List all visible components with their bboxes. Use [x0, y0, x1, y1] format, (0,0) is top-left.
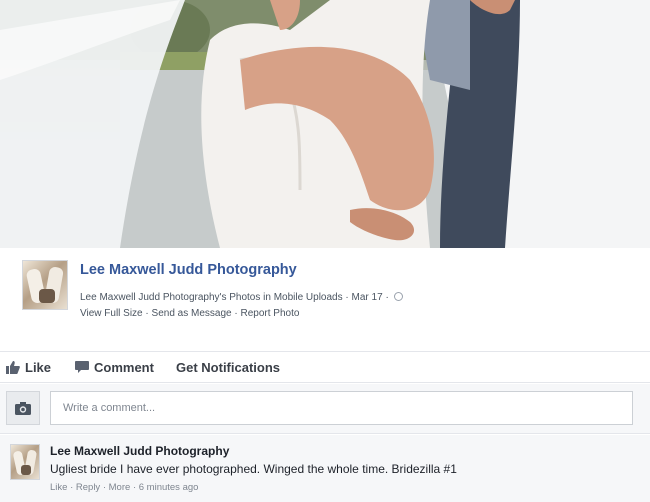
comment-text: Ugliest bride I have ever photographed. … [50, 462, 457, 476]
send-as-message-link[interactable]: Send as Message [152, 308, 232, 319]
comment-reply-link[interactable]: Reply [76, 482, 100, 493]
post-links: View Full Size · Send as Message · Repor… [80, 308, 299, 319]
like-label: Like [25, 360, 52, 375]
comment-more-link[interactable]: More [109, 482, 131, 493]
separator: · [132, 482, 137, 493]
commenter-avatar[interactable] [10, 444, 40, 480]
comment-meta: Like · Reply · More · 6 minutes ago [50, 482, 198, 493]
comment-label: Comment [94, 360, 154, 375]
wedding-photo-image [0, 0, 650, 248]
get-notifications-button[interactable]: Get Notifications [176, 360, 280, 375]
separator: · [234, 308, 238, 319]
comment-button[interactable]: Comment [75, 360, 154, 377]
comment-like-link[interactable]: Like [50, 482, 67, 493]
like-button[interactable]: Like [6, 360, 51, 377]
globe-icon [393, 292, 403, 301]
post-author-name[interactable]: Lee Maxwell Judd Photography [80, 262, 297, 278]
camera-icon [15, 402, 31, 420]
speech-bubble-icon [75, 361, 89, 377]
album-link[interactable]: Lee Maxwell Judd Photography's Photos in… [80, 292, 343, 303]
page-avatar[interactable] [22, 260, 68, 310]
thumbs-up-icon [6, 361, 20, 377]
separator: · [102, 482, 106, 493]
separator: · [145, 308, 149, 319]
comment-input[interactable] [50, 391, 633, 425]
separator: · [345, 292, 349, 303]
separator: · [385, 292, 389, 303]
photo-attach-button[interactable] [6, 391, 40, 425]
post-date[interactable]: Mar 17 [352, 292, 383, 303]
post-photo[interactable] [0, 0, 650, 248]
comment-timestamp[interactable]: 6 minutes ago [139, 482, 199, 493]
post-meta: Lee Maxwell Judd Photography's Photos in… [80, 292, 403, 303]
comment-author[interactable]: Lee Maxwell Judd Photography [50, 444, 229, 458]
view-full-size-link[interactable]: View Full Size [80, 308, 143, 319]
separator: · [70, 482, 74, 493]
report-photo-link[interactable]: Report Photo [241, 308, 300, 319]
